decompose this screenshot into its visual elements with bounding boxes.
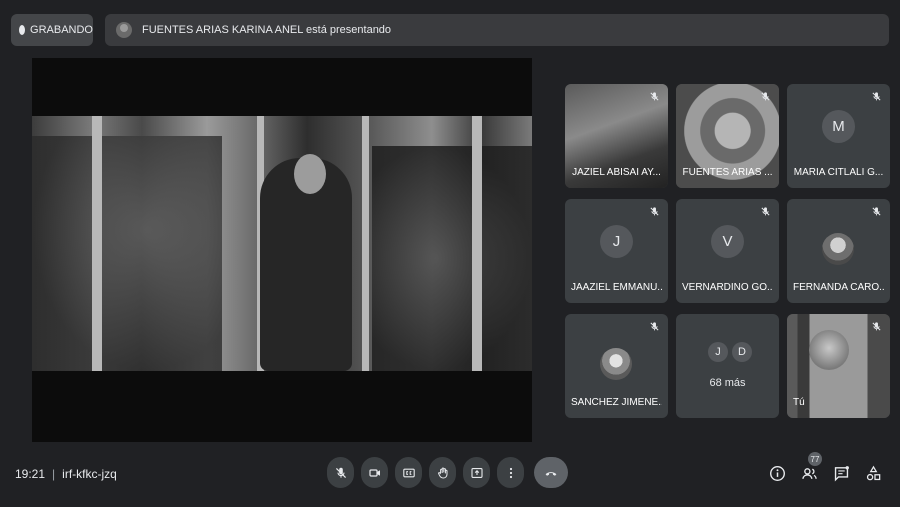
recording-indicator[interactable]: GRABANDO [11,14,93,46]
mic-off-icon [760,91,771,102]
self-name: Tú [793,397,805,408]
video-pole [92,116,102,371]
presenting-text: FUENTES ARIAS KARINA ANEL está presentan… [142,24,392,36]
participant-name: FERNANDA CARO... [793,282,884,293]
participant-tile[interactable]: V VERNARDINO GO... [676,199,779,303]
mic-toggle-button[interactable] [327,457,354,488]
mic-off-icon [871,91,882,102]
participant-tile[interactable]: J JAAZIEL EMMANU... [565,199,668,303]
participant-name: JAZIEL ABISAI AY... [572,167,661,178]
people-button[interactable] [800,464,818,482]
raise-hand-button[interactable] [429,457,456,488]
shared-video [32,116,532,371]
closed-captions-icon [402,468,415,477]
camera-toggle-button[interactable] [361,457,388,488]
participant-name: FUENTES ARIAS ... [682,167,773,178]
participant-avatar [822,233,854,265]
mini-avatar: D [732,342,752,362]
participant-initial: J [600,225,633,258]
presenting-banner: FUENTES ARIAS KARINA ANEL está presentan… [105,14,889,46]
mic-off-icon [335,467,346,478]
info-icon [769,465,785,481]
activities-button[interactable] [864,464,882,482]
present-button[interactable] [463,457,490,488]
meeting-code: irf-kfkc-jzq [62,467,117,481]
participant-initial: V [711,225,744,258]
chat-button[interactable] [832,464,850,482]
participant-name: MARIA CITLALI G... [793,167,884,178]
more-options-button[interactable] [497,457,524,488]
mini-avatar: J [708,342,728,362]
self-face [809,330,849,370]
record-dot-icon [19,25,26,35]
participant-tile[interactable]: JAZIEL ABISAI AY... [565,84,668,188]
video-crowd-left [32,136,222,371]
participant-tile[interactable]: M MARIA CITLALI G... [787,84,890,188]
participant-initial: M [822,110,855,143]
participant-tile[interactable]: FUENTES ARIAS ... [676,84,779,188]
clock-time: 19:21 [15,467,46,481]
presenter-avatar [116,22,132,38]
participant-name: SANCHEZ JIMENE... [571,397,662,408]
more-participants-count: 68 más [709,377,746,389]
video-pole [472,116,482,371]
video-person-head [294,154,326,194]
present-screen-icon [470,467,483,478]
participant-avatar [600,348,632,380]
presentation-stage[interactable] [32,58,532,442]
recording-label: GRABANDO [30,24,93,36]
more-participants-avatars: J D [708,342,756,362]
participant-name: VERNARDINO GO... [682,282,773,293]
meeting-info-button[interactable] [768,464,786,482]
captions-button[interactable] [395,457,422,488]
hang-up-icon [545,471,557,476]
video-crowd-right [372,146,532,371]
participant-tile[interactable]: SANCHEZ JIMENE... [565,314,668,418]
participant-tile[interactable]: FERNANDA CARO... [787,199,890,303]
self-tile[interactable]: Tú [787,314,890,418]
raise-hand-icon [437,467,447,479]
people-icon [801,467,817,479]
top-bar: GRABANDO FUENTES ARIAS KARINA ANEL está … [11,14,889,46]
meeting-details: 19:21 | irf-kfkc-jzq [15,467,117,481]
mic-off-icon [649,206,660,217]
participants-count-badge: 77 [808,452,822,466]
mic-off-icon [649,321,660,332]
mic-off-icon [649,91,660,102]
activities-icon [866,465,880,480]
video-camera-icon [368,468,380,477]
chat-icon [834,465,849,482]
leave-call-button[interactable] [534,457,568,488]
separator: | [52,467,56,481]
participant-name: JAAZIEL EMMANU... [571,282,662,293]
mic-off-icon [871,206,882,217]
mic-off-icon [871,321,882,332]
mic-off-icon [760,206,771,217]
video-pole [362,116,369,371]
more-options-icon [509,467,512,478]
bottom-bar: 19:21 | irf-kfkc-jzq 77 [0,452,900,498]
more-participants-tile[interactable]: J D 68 más [676,314,779,418]
